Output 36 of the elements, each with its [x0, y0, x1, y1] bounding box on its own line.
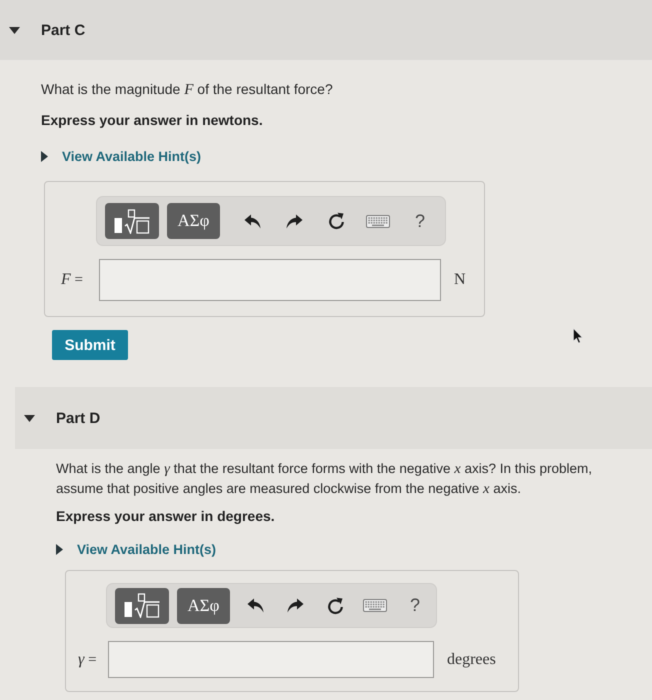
unit-label: degrees — [447, 650, 496, 668]
answer-field[interactable] — [99, 259, 441, 301]
refresh-icon[interactable] — [328, 212, 344, 230]
instruction-text: Express your answer in newtons. — [41, 111, 264, 130]
hint-link[interactable]: View Available Hint(s) — [41, 146, 202, 166]
part-title: Part D — [56, 410, 100, 426]
symbols-button[interactable]: ΑΣφ — [177, 588, 230, 624]
variable-label: F = — [61, 271, 84, 289]
caret-icon[interactable] — [9, 26, 20, 34]
square-root-icon — [114, 208, 150, 234]
keyboard-icon[interactable] — [363, 599, 387, 612]
symbols-button[interactable]: ΑΣφ — [167, 203, 220, 239]
answer-field[interactable] — [108, 641, 434, 678]
redo-icon[interactable] — [286, 214, 302, 228]
refresh-icon[interactable] — [326, 596, 344, 614]
part-title: Part C — [41, 22, 86, 38]
redo-icon[interactable] — [286, 598, 304, 613]
part-header[interactable]: Part C — [0, 0, 652, 60]
undo-icon[interactable] — [246, 598, 264, 613]
hint-link[interactable]: View Available Hint(s) — [56, 539, 216, 559]
submit-button[interactable]: Submit — [52, 330, 128, 360]
keyboard-icon[interactable] — [366, 214, 390, 228]
instruction-text: Express your answer in degrees. — [56, 507, 276, 526]
templates-button[interactable] — [115, 588, 169, 624]
variable-label: γ = — [78, 650, 98, 668]
caret-icon[interactable] — [24, 414, 35, 422]
question-text: What is the magnitude F of the resultant force? — [41, 80, 334, 100]
help-button[interactable]: ? — [408, 595, 422, 616]
undo-icon[interactable] — [244, 214, 260, 228]
square-root-icon — [124, 593, 160, 618]
unit-label: N — [454, 271, 466, 289]
help-button[interactable]: ? — [412, 210, 427, 232]
part-header[interactable]: Part D — [15, 387, 652, 449]
mouse-pointer-icon — [573, 328, 583, 344]
templates-button[interactable] — [105, 203, 159, 239]
question-text: What is the angle γ that the resultant force forms with the negative x axis? In this problem, assume that positive angles are measured clockwise from the negative x axis. — [56, 460, 594, 499]
